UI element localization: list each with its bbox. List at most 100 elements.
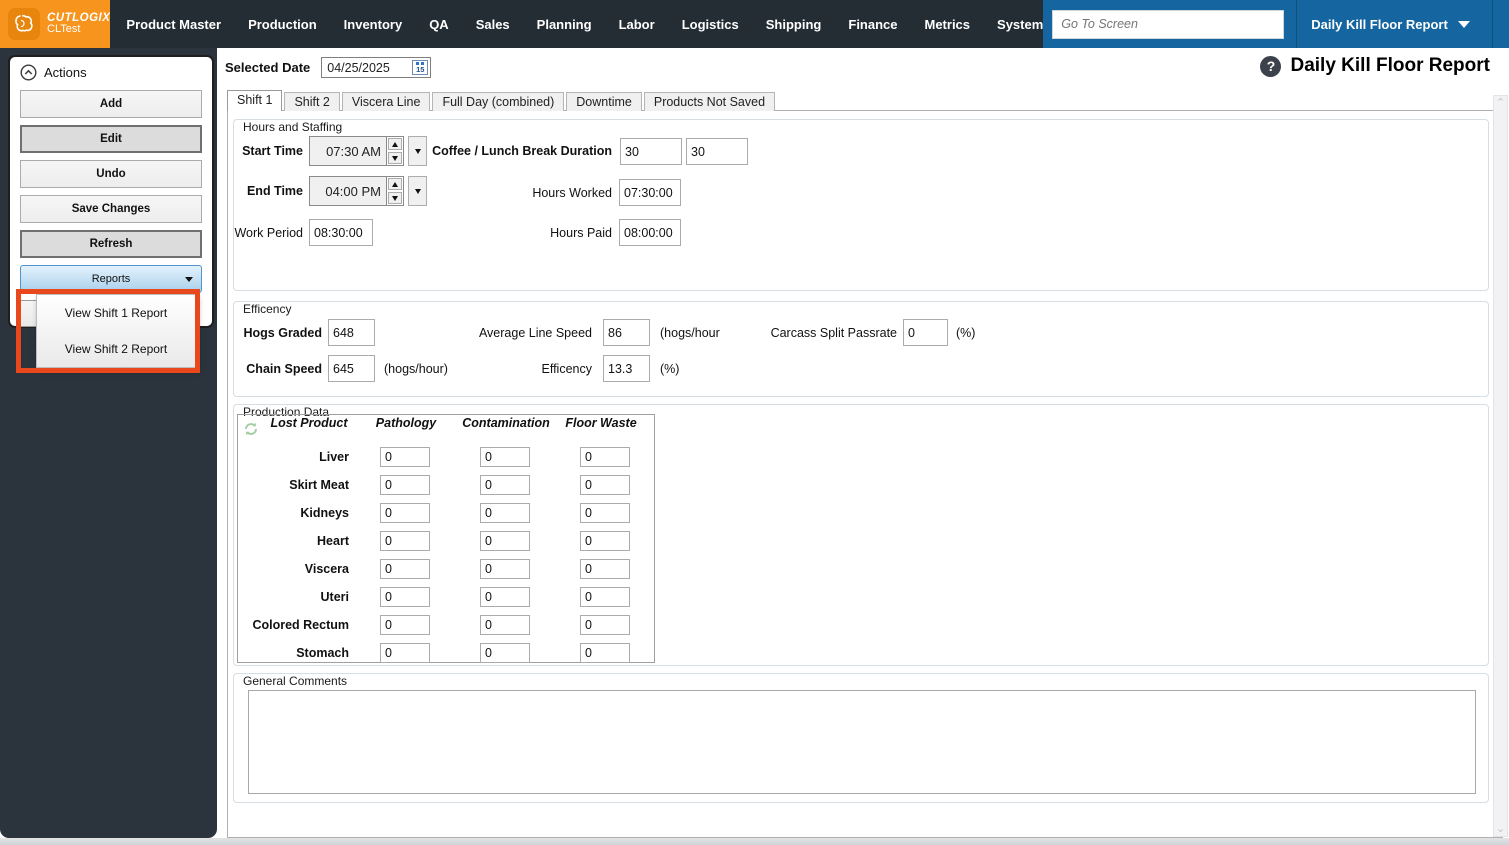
work-period-input[interactable] xyxy=(309,219,373,246)
production-data-group: Production Data Lost Product Pathology C… xyxy=(233,404,1489,666)
selected-date-input[interactable]: 04/25/2025 15 xyxy=(321,57,432,78)
liver-pathology-input[interactable] xyxy=(380,447,430,467)
colored-rectum-floor-waste-input[interactable] xyxy=(580,615,630,635)
row-label-skirt-meat: Skirt Meat xyxy=(289,478,349,492)
tab-full-day-combined[interactable]: Full Day (combined) xyxy=(432,92,565,111)
stomach-contamination-input[interactable] xyxy=(480,643,530,663)
kidneys-contamination-input[interactable] xyxy=(480,503,530,523)
vertical-scrollbar[interactable]: ⌃ ⌄ xyxy=(1493,95,1508,837)
menu-production[interactable]: Production xyxy=(248,17,317,32)
add-button[interactable]: Add xyxy=(20,90,202,118)
menu-product-master[interactable]: Product Master xyxy=(126,17,221,32)
heart-floor-waste-input[interactable] xyxy=(580,531,630,551)
menu-finance[interactable]: Finance xyxy=(848,17,897,32)
col-header-floor-waste: Floor Waste xyxy=(565,416,637,430)
skirt-meat-pathology-input[interactable] xyxy=(380,475,430,495)
uteri-contamination-input[interactable] xyxy=(480,587,530,607)
menu-item-view-shift-1-report[interactable]: View Shift 1 Report xyxy=(37,295,195,331)
row-label-kidneys: Kidneys xyxy=(300,506,349,520)
heart-contamination-input[interactable] xyxy=(480,531,530,551)
viscera-floor-waste-input[interactable] xyxy=(580,559,630,579)
edit-button[interactable]: Edit xyxy=(20,125,202,153)
stomach-floor-waste-input[interactable] xyxy=(580,643,630,663)
uteri-floor-waste-input[interactable] xyxy=(580,587,630,607)
reports-dropdown-button[interactable]: Reports xyxy=(20,265,202,293)
menu-sales[interactable]: Sales xyxy=(476,17,510,32)
screen-selector-label: Daily Kill Floor Report xyxy=(1311,16,1448,32)
end-time-value[interactable]: 04:00 PM xyxy=(309,176,386,206)
comments-legend: General Comments xyxy=(243,674,348,688)
menu-inventory[interactable]: Inventory xyxy=(344,17,403,32)
row-label-uteri: Uteri xyxy=(320,590,349,604)
avg-line-speed-unit: (hogs/hour xyxy=(660,326,720,340)
coffee-break-input-2[interactable] xyxy=(686,138,748,165)
chevron-down-icon xyxy=(414,148,421,154)
col-header-contamination: Contamination xyxy=(462,416,550,430)
chain-speed-input[interactable] xyxy=(328,355,375,382)
coffee-break-input-1[interactable] xyxy=(620,138,682,165)
undo-button[interactable]: Undo xyxy=(20,160,202,188)
save-changes-button[interactable]: Save Changes xyxy=(20,195,202,223)
spin-up-button[interactable] xyxy=(388,178,402,190)
menu-metrics[interactable]: Metrics xyxy=(925,17,971,32)
efficiency-group: Efficency Hogs Graded Average Line Speed… xyxy=(233,301,1489,397)
menu-planning[interactable]: Planning xyxy=(537,17,592,32)
window-footer xyxy=(0,838,1509,845)
kidneys-pathology-input[interactable] xyxy=(380,503,430,523)
menu-shipping[interactable]: Shipping xyxy=(766,17,822,32)
help-icon[interactable]: ? xyxy=(1260,55,1282,77)
skirt-meat-contamination-input[interactable] xyxy=(480,475,530,495)
carcass-split-input[interactable] xyxy=(903,319,948,346)
app-logo[interactable]: CUTLOGIX CLTest xyxy=(0,0,111,48)
screen-selector-dropdown[interactable]: Daily Kill Floor Report xyxy=(1297,0,1492,48)
start-time-dropdown-button[interactable] xyxy=(408,136,427,166)
coffee-break-label: Coffee / Lunch Break Duration xyxy=(432,144,612,158)
hours-paid-label: Hours Paid xyxy=(550,226,612,240)
efficency-input[interactable] xyxy=(603,355,650,382)
row-label-stomach: Stomach xyxy=(296,646,349,660)
hours-paid-input[interactable] xyxy=(619,219,681,246)
menu-system[interactable]: System xyxy=(997,17,1043,32)
skirt-meat-floor-waste-input[interactable] xyxy=(580,475,630,495)
hogs-graded-input[interactable] xyxy=(328,319,375,346)
viscera-pathology-input[interactable] xyxy=(380,559,430,579)
spin-down-button[interactable] xyxy=(388,192,402,204)
start-time-value[interactable]: 07:30 AM xyxy=(309,136,386,166)
tab-shift-1[interactable]: Shift 1 xyxy=(227,90,283,111)
hogs-graded-label: Hogs Graded xyxy=(243,326,323,340)
hours-worked-input[interactable] xyxy=(619,179,681,206)
menu-logistics[interactable]: Logistics xyxy=(682,17,739,32)
end-time-dropdown-button[interactable] xyxy=(408,176,427,206)
colored-rectum-pathology-input[interactable] xyxy=(380,615,430,635)
stomach-pathology-input[interactable] xyxy=(380,643,430,663)
brand-environment: CLTest xyxy=(47,23,81,36)
colored-rectum-contamination-input[interactable] xyxy=(480,615,530,635)
tab-shift-2[interactable]: Shift 2 xyxy=(284,92,340,111)
menu-qa[interactable]: QA xyxy=(429,17,449,32)
viscera-contamination-input[interactable] xyxy=(480,559,530,579)
start-time-label: Start Time xyxy=(242,144,303,158)
spin-down-button[interactable] xyxy=(388,152,402,164)
collapse-chevron-icon[interactable] xyxy=(20,64,37,81)
menu-labor[interactable]: Labor xyxy=(619,17,655,32)
spin-up-button[interactable] xyxy=(388,138,402,150)
menu-item-view-shift-2-report[interactable]: View Shift 2 Report xyxy=(37,331,195,367)
goto-screen-input[interactable] xyxy=(1052,9,1285,39)
tab-viscera-line[interactable]: Viscera Line xyxy=(341,92,431,111)
uteri-pathology-input[interactable] xyxy=(380,587,430,607)
kidneys-floor-waste-input[interactable] xyxy=(580,503,630,523)
heart-pathology-input[interactable] xyxy=(380,531,430,551)
actions-header: Actions xyxy=(10,57,212,83)
general-comments-textarea[interactable] xyxy=(248,690,1476,794)
liver-floor-waste-input[interactable] xyxy=(580,447,630,467)
liver-contamination-input[interactable] xyxy=(480,447,530,467)
tab-downtime[interactable]: Downtime xyxy=(566,92,642,111)
refresh-button[interactable]: Refresh xyxy=(20,230,202,258)
tab-products-not-saved[interactable]: Products Not Saved xyxy=(643,92,776,111)
scroll-up-icon[interactable]: ⌃ xyxy=(1496,96,1505,110)
scroll-down-icon[interactable]: ⌄ xyxy=(1496,822,1505,836)
top-bar-right: Daily Kill Floor Report ← → ✕ ☆ xyxy=(1043,0,1509,48)
page-title: ? Daily Kill Floor Report xyxy=(1260,55,1490,77)
calendar-icon[interactable]: 15 xyxy=(412,60,429,75)
avg-line-speed-input[interactable] xyxy=(603,319,650,346)
